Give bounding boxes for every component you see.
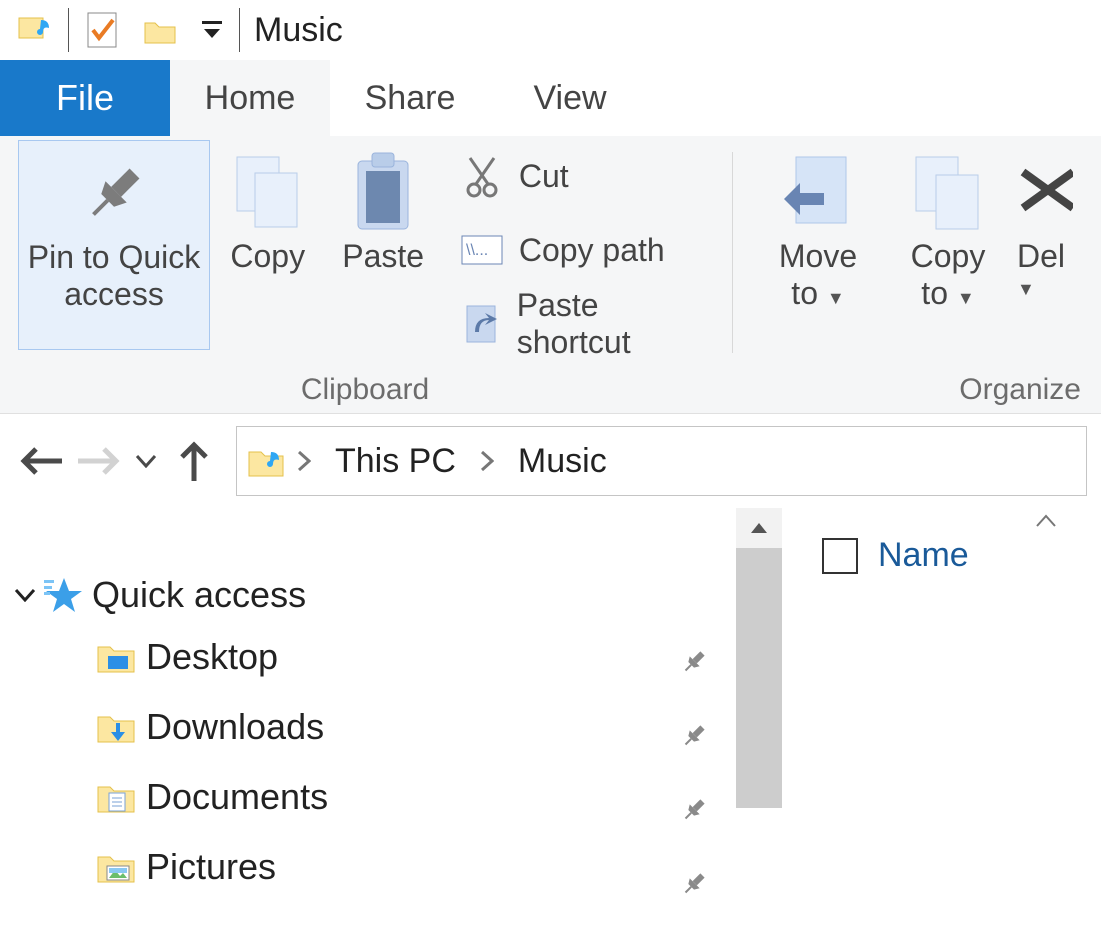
pin-icon xyxy=(680,870,730,898)
tree-item-desktop[interactable]: Desktop xyxy=(0,622,736,692)
cut-button[interactable]: Cut xyxy=(459,144,712,208)
breadcrumb-leaf[interactable]: Music xyxy=(506,442,619,481)
chevron-down-icon: ▼ xyxy=(827,288,845,308)
tab-home[interactable]: Home xyxy=(170,60,330,136)
chevron-right-icon[interactable] xyxy=(285,450,323,472)
paste-shortcut-button[interactable]: Paste shortcut xyxy=(459,292,712,356)
copy-to-button[interactable]: Copy to ▼ xyxy=(883,140,1013,316)
nav-pane-scrollbar[interactable] xyxy=(736,508,782,936)
nav-bar: This PC Music xyxy=(0,414,1101,508)
qat-properties-icon[interactable] xyxy=(73,0,131,60)
cut-label: Cut xyxy=(519,158,569,195)
path-icon: \\... xyxy=(459,235,505,265)
move-to-line1: Move xyxy=(779,238,857,275)
tree-item-label: Desktop xyxy=(146,636,278,678)
up-button[interactable] xyxy=(166,433,222,489)
ribbon-tabs: File Home Share View xyxy=(0,60,1101,136)
quick-access-star-icon xyxy=(44,576,84,614)
copy-icon xyxy=(231,148,305,238)
pin-label-line2: access xyxy=(64,276,164,313)
clipboard-icon xyxy=(352,148,414,238)
sort-indicator-icon[interactable] xyxy=(1035,514,1057,528)
back-button[interactable] xyxy=(14,433,70,489)
pin-icon xyxy=(680,648,730,676)
tree-item-documents[interactable]: Documents xyxy=(0,762,736,832)
shortcut-icon xyxy=(459,302,503,346)
tree-root-label: Quick access xyxy=(92,574,306,616)
tree-item-downloads[interactable]: Downloads xyxy=(0,692,736,762)
copy-path-button[interactable]: \\... Copy path xyxy=(459,218,712,282)
move-to-line2: to xyxy=(791,275,818,311)
pictures-folder-icon xyxy=(96,850,136,884)
ribbon: Pin to Quick access Copy xyxy=(0,136,1101,414)
qat-customize-dropdown[interactable] xyxy=(189,0,235,60)
list-view: Name xyxy=(782,508,1101,936)
desktop-folder-icon xyxy=(96,640,136,674)
tab-share[interactable]: Share xyxy=(330,60,490,136)
breadcrumb-root[interactable]: This PC xyxy=(323,442,468,481)
scroll-thumb[interactable] xyxy=(736,548,782,808)
delete-button[interactable]: Del ▼ xyxy=(1013,140,1083,304)
tree-root-quick-access[interactable]: Quick access xyxy=(0,568,736,622)
address-folder-icon xyxy=(247,444,285,478)
group-label-clipboard: Clipboard xyxy=(301,373,429,411)
copy-path-label: Copy path xyxy=(519,232,665,269)
pin-icon xyxy=(680,722,730,750)
qat-new-folder-icon[interactable] xyxy=(131,0,189,60)
navigation-pane: Quick access Desktop Downloads xyxy=(0,508,736,936)
tree-item-label: Documents xyxy=(146,776,328,818)
downloads-folder-icon xyxy=(96,710,136,744)
copy-to-line2: to xyxy=(921,275,948,311)
app-icon-music xyxy=(6,0,64,60)
content-area: Quick access Desktop Downloads xyxy=(0,508,1101,936)
copy-label: Copy xyxy=(230,238,305,275)
address-bar[interactable]: This PC Music xyxy=(236,426,1087,496)
pin-icon xyxy=(79,149,149,239)
documents-folder-icon xyxy=(96,780,136,814)
scissors-icon xyxy=(459,154,505,198)
pin-to-quick-access-button[interactable]: Pin to Quick access xyxy=(18,140,210,350)
chevron-down-icon: ▼ xyxy=(957,288,975,308)
copy-to-icon xyxy=(908,148,988,238)
scroll-up-icon[interactable] xyxy=(736,508,782,548)
paste-label: Paste xyxy=(342,238,424,275)
recent-locations-dropdown[interactable] xyxy=(126,433,166,489)
tree-item-label: Downloads xyxy=(146,706,324,748)
window-title: Music xyxy=(254,11,343,50)
delete-icon xyxy=(1017,148,1073,238)
scroll-track[interactable] xyxy=(736,808,782,936)
tab-file[interactable]: File xyxy=(0,60,170,136)
svg-text:\\...: \\... xyxy=(466,242,488,259)
forward-button[interactable] xyxy=(70,433,126,489)
delete-label: Del xyxy=(1017,238,1065,275)
chevron-down-icon xyxy=(14,588,36,602)
column-label: Name xyxy=(878,536,969,575)
select-all-checkbox[interactable] xyxy=(822,538,858,574)
move-to-icon xyxy=(780,148,856,238)
title-separator xyxy=(239,8,240,52)
pin-icon xyxy=(680,796,730,824)
ribbon-separator xyxy=(732,152,733,353)
paste-shortcut-label: Paste shortcut xyxy=(517,287,712,361)
pin-label-line1: Pin to Quick xyxy=(28,239,201,276)
tree-item-pictures[interactable]: Pictures xyxy=(0,832,736,902)
move-to-button[interactable]: Move to ▼ xyxy=(753,140,883,316)
copy-to-line1: Copy xyxy=(911,238,986,275)
copy-button[interactable]: Copy xyxy=(210,140,325,279)
paste-button[interactable]: Paste xyxy=(325,140,440,279)
tab-view[interactable]: View xyxy=(490,60,650,136)
group-label-organize: Organize xyxy=(959,373,1083,411)
chevron-right-icon[interactable] xyxy=(468,450,506,472)
qat-separator xyxy=(68,8,69,52)
tree-item-label: Pictures xyxy=(146,846,276,888)
chevron-down-icon: ▼ xyxy=(1017,279,1035,300)
title-bar: Music xyxy=(0,0,1101,60)
